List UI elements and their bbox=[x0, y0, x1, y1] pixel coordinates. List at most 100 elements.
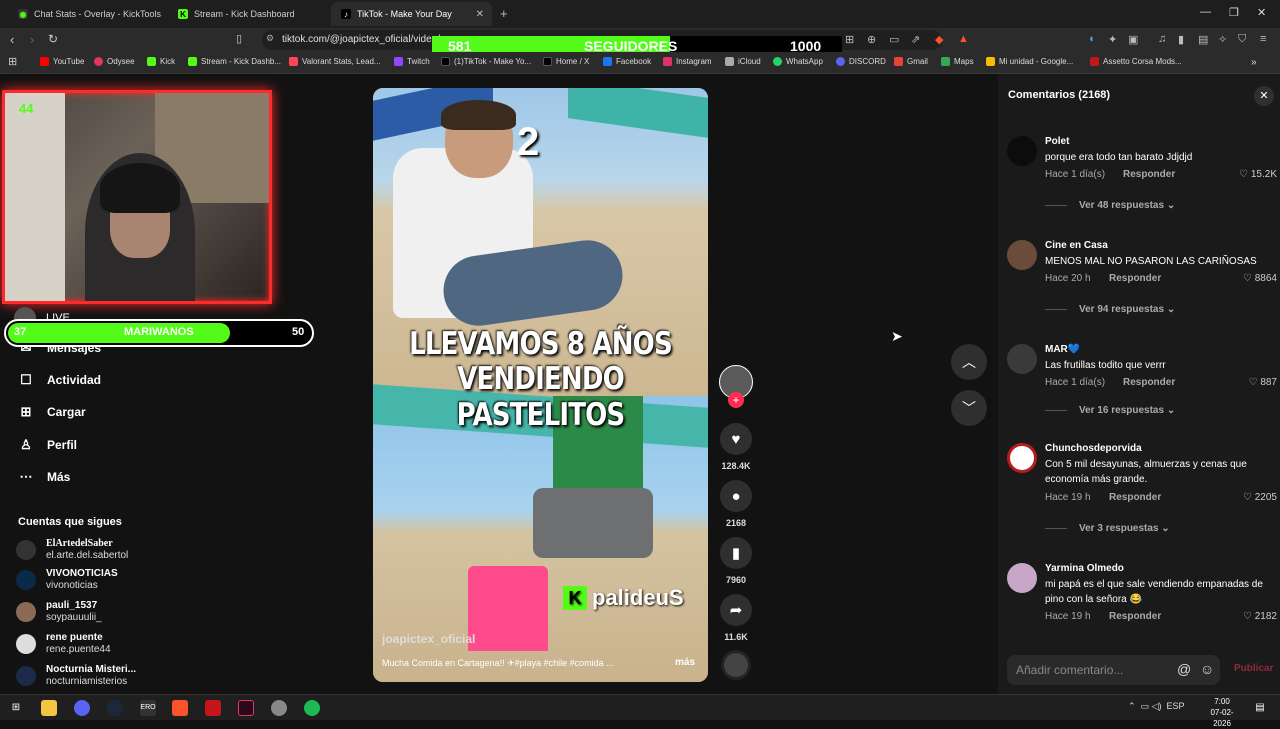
windows-start-icon[interactable]: ⊞ bbox=[8, 700, 24, 716]
file-explorer-icon[interactable] bbox=[41, 700, 57, 716]
comment-icon[interactable]: ● bbox=[720, 480, 752, 512]
bookmark-item[interactable]: Kick bbox=[147, 57, 175, 66]
back-icon[interactable]: ‹ bbox=[10, 32, 14, 47]
follow-plus-icon[interactable]: + bbox=[728, 392, 744, 408]
next-video-button[interactable]: ﹀ bbox=[951, 390, 987, 426]
sidebar-icon[interactable]: ▮ bbox=[1178, 33, 1184, 46]
view-replies-button[interactable]: Ver 94 respuestas ⌄ bbox=[1045, 304, 1175, 315]
bookmark-item[interactable]: YouTube bbox=[40, 57, 84, 66]
tab-kick-dashboard[interactable]: K Stream - Kick Dashboard bbox=[168, 2, 328, 26]
minimize-icon[interactable]: — bbox=[1200, 6, 1211, 18]
tab-tiktok[interactable]: ♪ TikTok - Make Your Day ✕ bbox=[331, 2, 492, 26]
emoji-icon[interactable]: ☺ bbox=[1200, 661, 1214, 677]
save-action[interactable]: ▮ 7960 bbox=[720, 537, 752, 585]
bookmark-item[interactable]: Home / X bbox=[543, 57, 589, 66]
avatar[interactable] bbox=[1007, 240, 1037, 270]
bookmark-item[interactable]: WhatsApp bbox=[773, 57, 823, 66]
bookmark-page-icon[interactable]: ▯ bbox=[236, 32, 242, 45]
sidebar-item-upload[interactable]: ⊞ Cargar bbox=[18, 404, 86, 420]
bookmark-item[interactable]: (1)TikTok - Make Yo... bbox=[441, 57, 531, 66]
bookmark-item[interactable]: Twitch bbox=[394, 57, 430, 66]
wallet-icon[interactable]: ▤ bbox=[1198, 33, 1208, 46]
avatar[interactable] bbox=[1007, 443, 1037, 473]
following-account[interactable]: VIVONOTICIAS vivonoticias bbox=[16, 568, 118, 592]
bookmark-item[interactable]: Mi unidad - Google... bbox=[986, 57, 1073, 66]
brave-rewards-icon[interactable]: ▲ bbox=[958, 33, 969, 45]
assetto-icon[interactable] bbox=[205, 700, 221, 716]
sidebar-item-activity[interactable]: ☐ Actividad bbox=[18, 372, 101, 388]
translate-icon[interactable]: ⊞ bbox=[845, 33, 854, 46]
media-icon[interactable]: ♫ bbox=[1158, 33, 1166, 45]
bookmark-item[interactable]: Odysee bbox=[94, 57, 135, 66]
brave-shields-icon[interactable]: ◆ bbox=[935, 33, 943, 46]
avatar[interactable] bbox=[1007, 136, 1037, 166]
bookmark-item[interactable]: Maps bbox=[941, 57, 974, 66]
sidebar-item-more[interactable]: ⋯ Más bbox=[18, 469, 71, 485]
reply-button[interactable]: Responder bbox=[1109, 611, 1161, 622]
menu-icon[interactable]: ≡ bbox=[1260, 33, 1266, 45]
new-tab-icon[interactable]: + bbox=[500, 6, 508, 21]
publish-button[interactable]: Publicar bbox=[1234, 663, 1273, 674]
bookmark-item[interactable]: Facebook bbox=[603, 57, 651, 66]
view-replies-button[interactable]: Ver 3 respuestas ⌄ bbox=[1045, 523, 1170, 534]
brave-icon[interactable] bbox=[172, 700, 188, 716]
more-link[interactable]: más bbox=[675, 657, 695, 668]
heart-icon[interactable]: ♥ bbox=[720, 423, 752, 455]
sidebar-item-profile[interactable]: ♙ Perfil bbox=[18, 437, 77, 453]
comment-author[interactable]: Cine en Casa bbox=[1045, 240, 1108, 251]
comment-likes[interactable]: ♡ 15.2K bbox=[1239, 169, 1277, 180]
notifications-icon[interactable]: ▤ bbox=[1252, 700, 1268, 716]
clock[interactable]: 7:00 07-02-2026 bbox=[1202, 696, 1242, 729]
zoom-icon[interactable]: ⊕ bbox=[867, 33, 876, 46]
music-disc-icon[interactable] bbox=[721, 650, 751, 680]
share-arrow-icon[interactable]: ➦ bbox=[720, 594, 752, 626]
site-info-icon[interactable]: ⚙ bbox=[266, 33, 274, 44]
obs-icon[interactable] bbox=[271, 700, 287, 716]
add-comment-input[interactable]: Añadir comentario... @ ☺ bbox=[1007, 655, 1220, 685]
tab-chat-stats[interactable]: ◉ Chat Stats - Overlay - KickTools bbox=[8, 2, 168, 26]
video-player[interactable]: 2 LLEVAMOS 8 AÑOS VENDIENDO PASTELITOS K… bbox=[373, 88, 708, 682]
following-account[interactable]: rene puente rene.puente44 bbox=[16, 632, 111, 656]
reply-button[interactable]: Responder bbox=[1109, 492, 1161, 503]
comment-likes[interactable]: ♡ 2205 bbox=[1243, 492, 1277, 503]
avatar[interactable] bbox=[1007, 563, 1037, 593]
bookmark-item[interactable]: DISCORD bbox=[836, 57, 886, 66]
forward-icon[interactable]: › bbox=[30, 32, 34, 47]
following-account[interactable]: Nocturnia Misteri... nocturniamisterios bbox=[16, 664, 136, 688]
video-username[interactable]: joapictex_oficial bbox=[382, 632, 475, 646]
app-icon[interactable]: ERO bbox=[140, 700, 156, 716]
bookmark-icon[interactable]: ▮ bbox=[720, 537, 752, 569]
comment-likes[interactable]: ♡ 2182 bbox=[1243, 611, 1277, 622]
bookmark-item[interactable]: Stream - Kick Dashb... bbox=[188, 57, 281, 66]
share-action[interactable]: ➦ 11.6K bbox=[720, 594, 752, 642]
bookmark-item[interactable]: Assetto Corsa Mods... bbox=[1090, 57, 1182, 66]
close-tab-icon[interactable]: ✕ bbox=[476, 9, 484, 20]
mention-icon[interactable]: @ bbox=[1177, 661, 1191, 677]
extension-icon[interactable]: ✦ bbox=[1108, 33, 1117, 46]
bookmark-item[interactable]: Gmail bbox=[894, 57, 928, 66]
comment-likes[interactable]: ♡ 8864 bbox=[1243, 273, 1277, 284]
cast-icon[interactable]: ▭ bbox=[889, 33, 899, 46]
reply-button[interactable]: Responder bbox=[1123, 377, 1175, 388]
apps-icon[interactable]: ⊞ bbox=[8, 55, 17, 68]
following-account[interactable]: ElArtedelSaber el.arte.del.sabertol bbox=[16, 538, 128, 562]
bookmark-item[interactable]: Instagram bbox=[663, 57, 712, 66]
audio-icon[interactable]: ◖ bbox=[1088, 33, 1095, 45]
comment-action[interactable]: ● 2168 bbox=[720, 480, 752, 528]
restore-icon[interactable]: ❐ bbox=[1229, 6, 1239, 19]
comment-author[interactable]: MAR💙 bbox=[1045, 344, 1080, 355]
discord-icon[interactable] bbox=[74, 700, 90, 716]
view-replies-button[interactable]: Ver 48 respuestas ⌄ bbox=[1045, 200, 1175, 211]
bookmark-item[interactable]: Valorant Stats, Lead... bbox=[289, 57, 381, 66]
more-bookmarks-icon[interactable]: » bbox=[1251, 57, 1257, 68]
comment-author[interactable]: Polet bbox=[1045, 136, 1069, 147]
close-icon[interactable]: ✕ bbox=[1254, 86, 1274, 106]
comment-author[interactable]: Yarmina Olmedo bbox=[1045, 563, 1124, 574]
share-icon[interactable]: ⇗ bbox=[911, 33, 920, 46]
avatar[interactable] bbox=[1007, 344, 1037, 374]
reload-icon[interactable]: ↻ bbox=[48, 32, 58, 46]
extension-icon[interactable]: ▣ bbox=[1128, 33, 1138, 46]
reply-button[interactable]: Responder bbox=[1109, 273, 1161, 284]
extensions-icon[interactable]: ✧ bbox=[1218, 33, 1227, 46]
like-action[interactable]: ♥ 128.4K bbox=[720, 423, 752, 471]
